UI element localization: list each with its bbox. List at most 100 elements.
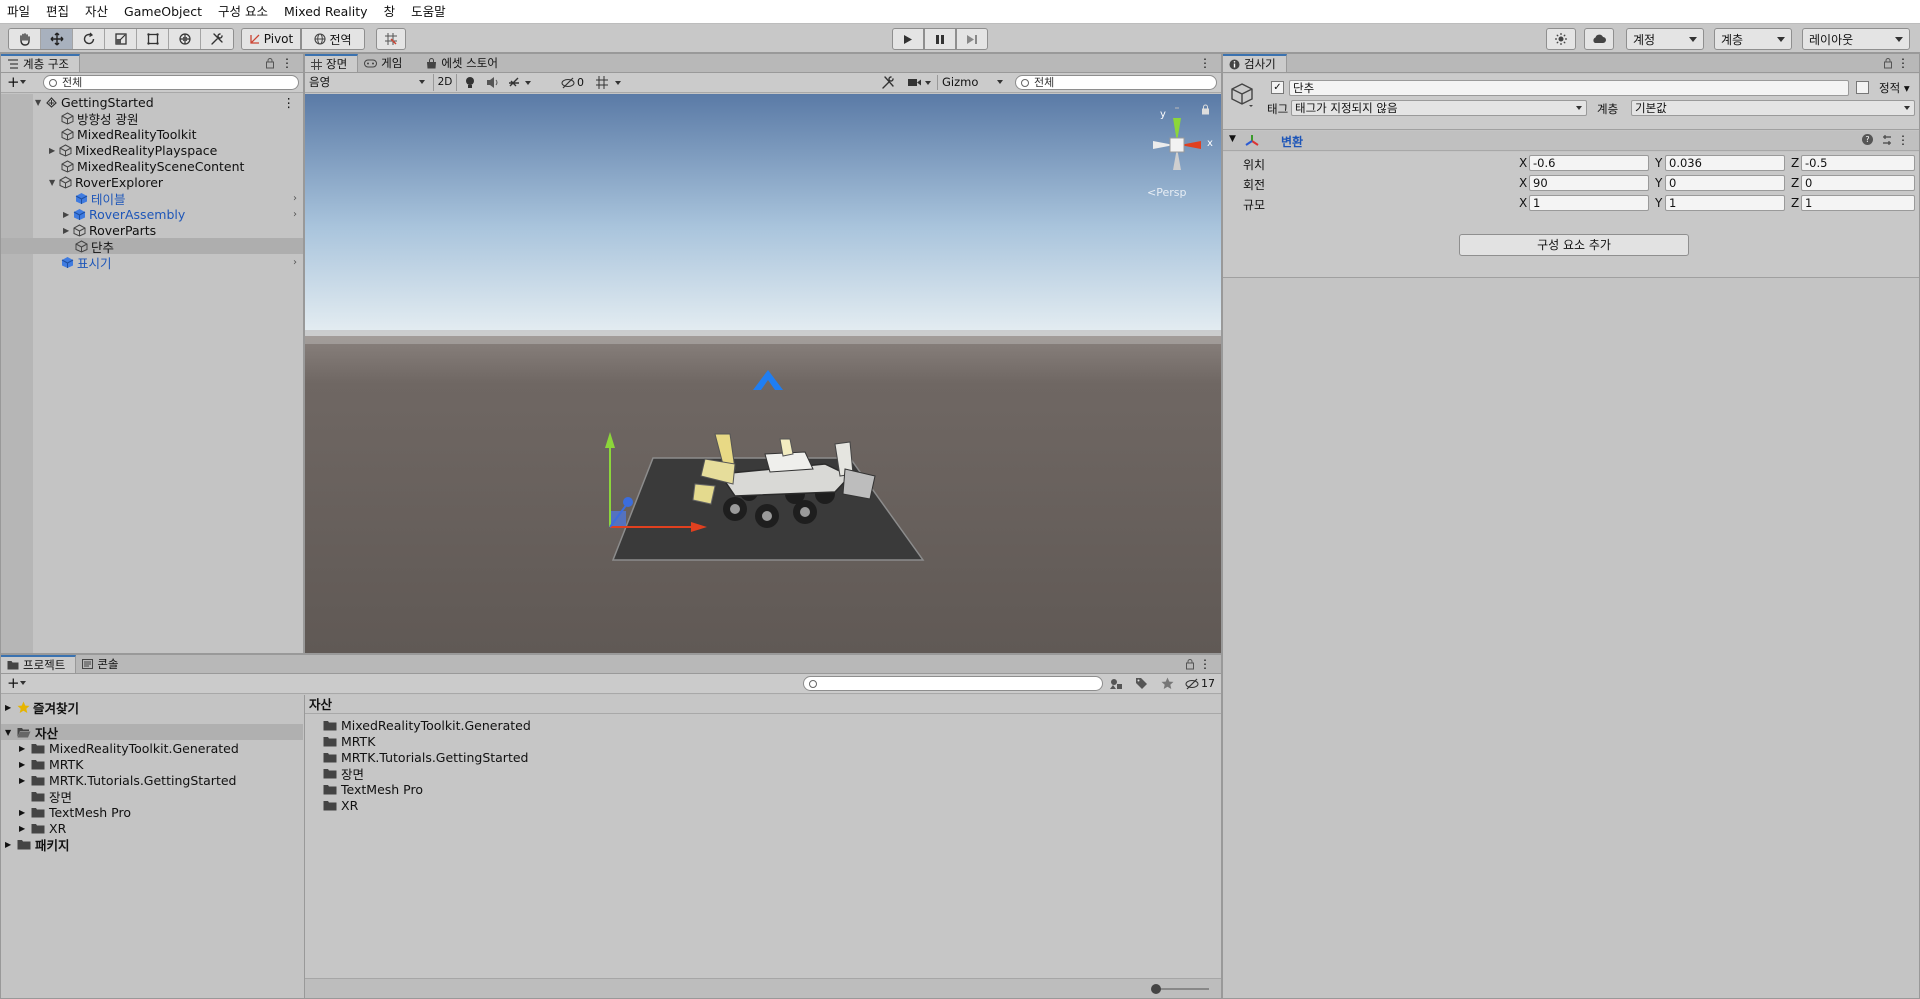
hierarchy-item-scenecontent[interactable]: MixedRealitySceneContent <box>1 158 303 174</box>
rotation-z-field[interactable]: 0 <box>1801 175 1915 191</box>
camera-settings-button[interactable] <box>907 76 933 89</box>
chevron-down-icon[interactable] <box>20 681 26 685</box>
menu-gameobject[interactable]: GameObject <box>121 0 215 24</box>
grid-snap-button[interactable] <box>376 28 406 50</box>
add-icon[interactable]: + <box>7 74 20 90</box>
tree-folder-item[interactable]: ▶ MixedRealityToolkit.Generated <box>19 740 239 756</box>
kebab-menu-icon[interactable]: ⋮ <box>1199 658 1211 670</box>
file-item[interactable]: MRTK <box>323 733 375 749</box>
filter-type-icon[interactable] <box>1109 677 1123 690</box>
zoom-slider-track[interactable] <box>1155 988 1209 990</box>
kebab-menu-icon[interactable]: ⋮ <box>283 95 296 110</box>
rotate-tool-button[interactable] <box>73 29 105 49</box>
perspective-label[interactable]: <Persp <box>1147 186 1186 199</box>
scene-search-input[interactable]: 전체 <box>1015 75 1217 90</box>
active-checkbox[interactable]: ✓ <box>1271 81 1284 94</box>
expand-arrow-icon[interactable]: ▶ <box>19 824 31 833</box>
tab-scene[interactable]: 장면 <box>305 54 359 72</box>
hierarchy-item-mrtk[interactable]: MixedRealityToolkit <box>1 126 303 142</box>
hierarchy-item-gettingstarted[interactable]: ▼ GettingStarted ⋮ <box>1 94 303 111</box>
expand-arrow-icon[interactable]: ▶ <box>19 776 31 785</box>
hierarchy-item-roverassembly[interactable]: ▶ RoverAssembly › <box>1 206 303 222</box>
position-z-field[interactable]: -0.5 <box>1801 155 1915 171</box>
preset-icon[interactable] <box>1881 134 1893 146</box>
help-icon[interactable]: ? <box>1862 134 1873 145</box>
add-component-button[interactable]: 구성 요소 추가 <box>1459 234 1689 256</box>
tree-folder-item[interactable]: ▶ MRTK <box>19 756 83 772</box>
account-dropdown[interactable]: 계정 <box>1626 28 1704 50</box>
hierarchy-item-roverexplorer[interactable]: ▼ RoverExplorer <box>1 174 303 190</box>
menu-file[interactable]: 파일 <box>4 0 43 24</box>
expand-arrow-icon[interactable]: ▼ <box>49 178 59 187</box>
pause-button[interactable] <box>924 28 956 50</box>
rect-tool-button[interactable] <box>137 29 169 49</box>
favorites-item[interactable]: ▶ 즐겨찾기 <box>5 699 79 716</box>
2d-toggle-button[interactable]: 2D <box>433 74 457 91</box>
chevron-right-icon[interactable]: › <box>293 209 297 220</box>
tab-asset-store[interactable]: 에셋 스토어 <box>420 54 508 72</box>
kebab-menu-icon[interactable]: ⋮ <box>1199 57 1211 69</box>
hierarchy-search-input[interactable]: 전체 <box>43 75 299 90</box>
file-item[interactable]: TextMesh Pro <box>323 781 423 797</box>
position-y-field[interactable]: 0.036 <box>1665 155 1785 171</box>
static-dropdown[interactable]: 정적 ▾ <box>1879 80 1910 96</box>
kebab-menu-icon[interactable]: ⋮ <box>1897 57 1909 69</box>
zoom-slider-handle[interactable] <box>1151 984 1161 994</box>
step-button[interactable] <box>956 28 988 50</box>
expand-arrow-icon[interactable]: ▶ <box>5 703 17 712</box>
global-toggle-button[interactable]: 전역 <box>301 28 365 50</box>
menu-assets[interactable]: 자산 <box>82 0 121 24</box>
gizmo-dropdown[interactable]: Gizmo <box>937 75 1005 90</box>
menu-component[interactable]: 구성 요소 <box>215 0 281 24</box>
expand-arrow-icon[interactable]: ▶ <box>63 226 73 235</box>
lock-icon[interactable] <box>1883 57 1893 69</box>
expand-arrow-icon[interactable]: ▶ <box>19 808 31 817</box>
tab-hierarchy[interactable]: 계층 구조 <box>1 54 80 72</box>
hierarchy-item-table[interactable]: 테이블 › <box>1 190 303 207</box>
scale-tool-button[interactable] <box>105 29 137 49</box>
custom-tool-button[interactable] <box>201 29 233 49</box>
file-item[interactable]: XR <box>323 797 358 813</box>
hand-tool-button[interactable] <box>9 29 41 49</box>
expand-arrow-icon[interactable]: ▶ <box>49 146 59 155</box>
kebab-menu-icon[interactable]: ⋮ <box>281 57 293 69</box>
rotation-y-field[interactable]: 0 <box>1665 175 1785 191</box>
grid-toggle-button[interactable] <box>595 75 623 90</box>
menu-window[interactable]: 창 <box>381 0 409 24</box>
hierarchy-item-playspace[interactable]: ▶ MixedRealityPlayspace <box>1 142 303 158</box>
tools-toggle-button[interactable] <box>881 76 895 89</box>
hierarchy-item-directional-light[interactable]: 방향성 광원 <box>1 110 303 127</box>
position-x-field[interactable]: -0.6 <box>1529 155 1649 171</box>
move-tool-button[interactable] <box>41 29 73 49</box>
expand-arrow-icon[interactable]: ▶ <box>19 760 31 769</box>
menu-mixed-reality[interactable]: Mixed Reality <box>281 0 381 24</box>
expand-arrow-icon[interactable]: ▼ <box>1229 134 1236 144</box>
lock-icon[interactable] <box>265 57 275 69</box>
layout-dropdown[interactable]: 레이아웃 <box>1802 28 1910 50</box>
file-item[interactable]: MixedRealityToolkit.Generated <box>323 717 531 733</box>
scale-x-field[interactable]: 1 <box>1529 195 1649 211</box>
transform-header[interactable]: ▼ 변환 ? ⋮ <box>1223 131 1919 151</box>
expand-arrow-icon[interactable]: ▶ <box>19 744 31 753</box>
expand-arrow-icon[interactable]: ▶ <box>5 840 17 849</box>
tag-dropdown[interactable]: 태그가 지정되지 않음 <box>1291 100 1587 116</box>
add-icon[interactable]: + <box>7 675 20 691</box>
layers-dropdown[interactable]: 계층 <box>1714 28 1792 50</box>
menu-edit[interactable]: 편집 <box>43 0 82 24</box>
effects-toggle-button[interactable] <box>508 76 532 89</box>
chevron-right-icon[interactable]: › <box>293 257 297 268</box>
scale-z-field[interactable]: 1 <box>1801 195 1915 211</box>
pivot-toggle-button[interactable]: Pivot <box>241 28 301 50</box>
tag-icon[interactable] <box>1135 677 1148 690</box>
expand-arrow-icon[interactable]: ▼ <box>5 728 17 737</box>
scale-y-field[interactable]: 1 <box>1665 195 1785 211</box>
cloud-button[interactable] <box>1584 28 1614 50</box>
hierarchy-item-button[interactable]: 단추 <box>1 238 303 255</box>
tab-inspector[interactable]: 검사기 <box>1223 54 1287 72</box>
shading-mode-dropdown[interactable]: 음영 <box>307 75 429 90</box>
audio-toggle-button[interactable] <box>486 76 500 89</box>
hierarchy-item-roverparts[interactable]: ▶ RoverParts <box>1 222 303 238</box>
tree-folder-item[interactable]: ▶ TextMesh Pro <box>19 804 131 820</box>
layer-dropdown[interactable]: 기본값 <box>1631 100 1915 116</box>
scene-viewport[interactable]: y x <Persp <box>305 94 1221 653</box>
